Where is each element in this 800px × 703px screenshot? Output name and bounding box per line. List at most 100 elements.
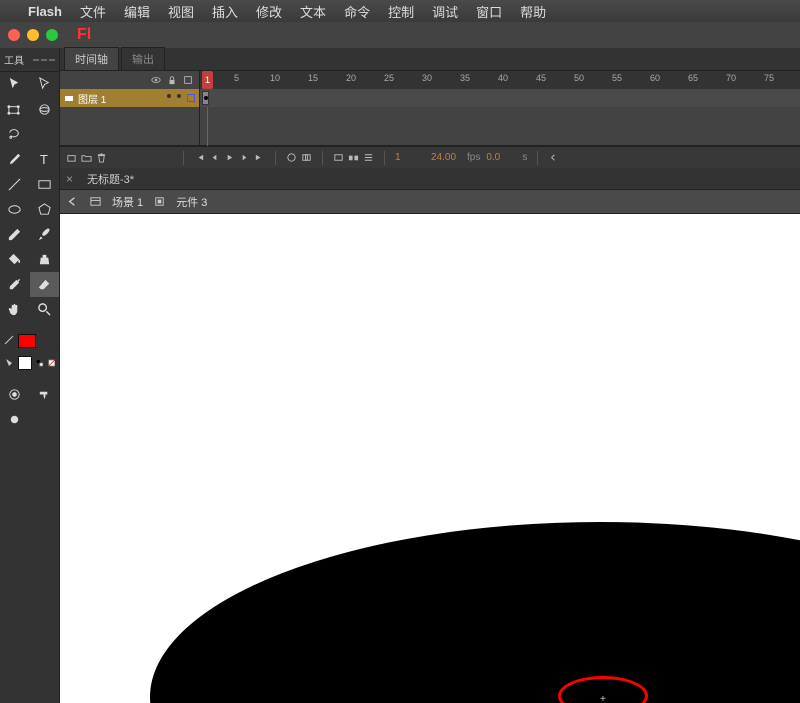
pen-tool[interactable] — [0, 147, 30, 172]
paint-bucket-tool[interactable] — [0, 247, 30, 272]
back-arrow-icon[interactable] — [66, 195, 79, 208]
timeline-panel: 图层 1 1 5 10 15 20 25 30 35 — [60, 71, 800, 146]
ruler-tick: 60 — [650, 73, 660, 83]
fill-color-swatch[interactable] — [18, 356, 32, 370]
playhead[interactable]: 1 — [202, 71, 213, 89]
app-menu[interactable]: Flash — [28, 4, 62, 19]
ruler-tick: 65 — [688, 73, 698, 83]
menu-help[interactable]: 帮助 — [520, 2, 546, 21]
visibility-icon[interactable] — [151, 75, 161, 85]
scene-icon — [89, 195, 102, 208]
stroke-color-swatch[interactable] — [18, 334, 36, 348]
elapsed-time-value: 0.0 — [486, 152, 516, 163]
ruler-tick: 10 — [270, 73, 280, 83]
lasso-tool[interactable] — [0, 122, 30, 147]
timeline-controls: 1 24.00 fps 0.0 s — [60, 146, 800, 168]
first-frame-icon[interactable] — [194, 152, 205, 163]
outline-icon[interactable] — [183, 75, 193, 85]
free-transform-tool[interactable] — [0, 97, 30, 122]
menu-debug[interactable]: 调试 — [432, 2, 458, 21]
drawn-ellipse-black[interactable] — [150, 522, 800, 703]
subselection-tool[interactable] — [30, 72, 60, 97]
play-icon[interactable] — [224, 152, 235, 163]
menu-insert[interactable]: 插入 — [212, 2, 238, 21]
rectangle-tool[interactable] — [30, 172, 60, 197]
timeline-tab[interactable]: 时间轴 — [64, 47, 119, 70]
keyframe[interactable] — [202, 91, 209, 105]
ruler-tick: 30 — [422, 73, 432, 83]
onion-outline-icon[interactable] — [333, 152, 344, 163]
prev-frame-icon[interactable] — [209, 152, 220, 163]
oval-tool[interactable] — [0, 197, 30, 222]
window-titlebar: Fl — [0, 22, 800, 48]
loop-icon[interactable] — [286, 152, 297, 163]
layer-name: 图层 1 — [78, 91, 106, 106]
menu-modify[interactable]: 修改 — [256, 2, 282, 21]
zoom-tool[interactable] — [30, 297, 60, 322]
swap-colors-icon[interactable] — [36, 358, 44, 368]
frame-ruler[interactable]: 1 5 10 15 20 25 30 35 40 45 50 55 60 65 … — [200, 71, 800, 89]
symbol-name[interactable]: 元件 3 — [176, 194, 207, 210]
fps-value: 24.00 — [431, 152, 461, 163]
onion-markers-icon[interactable] — [363, 152, 374, 163]
ruler-tick: 20 — [346, 73, 356, 83]
line-tool[interactable] — [0, 172, 30, 197]
ruler-tick: 75 — [764, 73, 774, 83]
menu-text[interactable]: 文本 — [300, 2, 326, 21]
ruler-tick: 5 — [234, 73, 239, 83]
stage-canvas[interactable]: + — [60, 214, 800, 703]
maximize-window-button[interactable] — [46, 29, 58, 41]
empty-tool-1 — [30, 122, 60, 147]
text-tool[interactable]: T — [30, 147, 60, 172]
ruler-tick: 35 — [460, 73, 470, 83]
menu-window[interactable]: 窗口 — [476, 2, 502, 21]
eraser-shape-tool[interactable] — [0, 407, 30, 432]
close-window-button[interactable] — [8, 29, 20, 41]
last-frame-icon[interactable] — [254, 152, 265, 163]
document-tab[interactable]: 无标题-3* — [79, 169, 142, 189]
eraser-tool[interactable] — [30, 272, 60, 297]
ink-bottle-tool[interactable] — [30, 247, 60, 272]
polystar-tool[interactable] — [30, 197, 60, 222]
system-menubar: Flash 文件 编辑 视图 插入 修改 文本 命令 控制 调试 窗口 帮助 — [0, 0, 800, 22]
time-label: s — [522, 152, 527, 163]
panel-menu-icon[interactable] — [33, 59, 55, 61]
flash-logo: Fl — [77, 26, 91, 44]
ruler-tick: 50 — [574, 73, 584, 83]
minimize-window-button[interactable] — [27, 29, 39, 41]
lock-icon[interactable] — [167, 75, 177, 85]
pencil-tool[interactable] — [0, 222, 30, 247]
eyedropper-tool[interactable] — [0, 272, 30, 297]
delete-layer-icon[interactable] — [96, 152, 107, 163]
eraser-mode-tool[interactable] — [0, 382, 30, 407]
frame-track[interactable] — [200, 89, 800, 107]
edit-multiple-icon[interactable] — [348, 152, 359, 163]
scroll-left-icon[interactable] — [548, 152, 559, 163]
menu-view[interactable]: 视图 — [168, 2, 194, 21]
empty-tool-2 — [30, 407, 60, 432]
brush-tool[interactable] — [30, 222, 60, 247]
no-color-icon[interactable] — [48, 358, 56, 368]
menu-commands[interactable]: 命令 — [344, 2, 370, 21]
scene-name[interactable]: 场景 1 — [112, 194, 143, 210]
ruler-tick: 40 — [498, 73, 508, 83]
layer-row[interactable]: 图层 1 — [60, 89, 199, 107]
faucet-tool[interactable] — [30, 382, 60, 407]
next-frame-icon[interactable] — [239, 152, 250, 163]
frames-area[interactable]: 1 5 10 15 20 25 30 35 40 45 50 55 60 65 … — [200, 71, 800, 145]
ruler-tick: 70 — [726, 73, 736, 83]
3d-rotation-tool[interactable] — [30, 97, 60, 122]
hand-tool[interactable] — [0, 297, 30, 322]
onion-skin-icon[interactable] — [301, 152, 312, 163]
layer-icon — [64, 93, 74, 103]
selection-tool[interactable] — [0, 72, 30, 97]
output-tab[interactable]: 输出 — [121, 47, 165, 70]
menu-control[interactable]: 控制 — [388, 2, 414, 21]
close-tab-icon[interactable]: × — [66, 172, 73, 186]
new-layer-icon[interactable] — [66, 152, 77, 163]
fps-label: fps — [467, 152, 480, 163]
edit-bar: 场景 1 元件 3 — [60, 190, 800, 214]
new-folder-icon[interactable] — [81, 152, 92, 163]
menu-edit[interactable]: 编辑 — [124, 2, 150, 21]
menu-file[interactable]: 文件 — [80, 2, 106, 21]
